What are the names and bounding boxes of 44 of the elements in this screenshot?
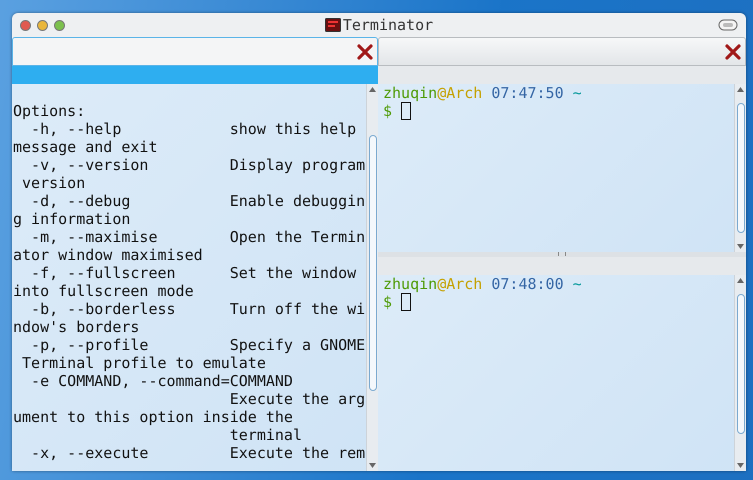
terminal-line: terminal [228, 426, 302, 444]
window-title: Terminator [342, 14, 434, 36]
split-handle[interactable] [378, 252, 746, 256]
scrollbar[interactable] [734, 84, 746, 252]
terminal-line: version [21, 174, 86, 192]
terminal-line: g information [13, 210, 130, 228]
prompt-symbol: $ [383, 102, 392, 120]
terminal-line: Options: [13, 102, 86, 120]
scroll-down-arrow-icon[interactable] [737, 244, 744, 248]
terminal-line: -f, --fullscreen Set the window [30, 264, 356, 282]
scroll-up-arrow-icon[interactable] [369, 87, 376, 92]
terminal-line: -d, --debug Enable debuggin [30, 192, 366, 210]
terminal-line: into fullscreen mode [13, 282, 194, 300]
terminal-line: Execute the arg [228, 390, 366, 408]
close-icon[interactable] [357, 44, 373, 60]
scrollbar[interactable] [734, 274, 746, 471]
terminal-line: -p, --profile Specify a GNOME [30, 336, 366, 354]
cursor [401, 102, 412, 120]
terminal-line: -b, --borderless Turn off the wi [30, 300, 366, 318]
terminal-line: -v, --version Display program [30, 156, 366, 174]
scroll-down-arrow-icon[interactable] [369, 463, 376, 468]
terminal-line: ator window maximised [13, 246, 203, 264]
terminal-line: -x, --execute Execute the rem [30, 444, 366, 462]
close-button[interactable] [20, 20, 31, 30]
terminal-line: message and exit [13, 138, 158, 156]
terminal-icon [324, 18, 341, 32]
maximize-button[interactable] [54, 20, 65, 30]
terminal-line: -m, --maximise Open the Termin [30, 228, 366, 246]
terminal-line: ument to this option inside the [13, 408, 293, 426]
minimize-button[interactable] [37, 20, 48, 30]
scroll-up-arrow-icon[interactable] [737, 87, 744, 92]
close-icon[interactable] [725, 44, 741, 60]
cursor [401, 292, 412, 310]
terminal-line: Terminal profile to emulate [21, 354, 266, 372]
terminal-line: -e COMMAND, --command=COMMAND [30, 372, 293, 390]
scrollbar[interactable] [366, 84, 378, 471]
prompt-symbol: $ [383, 292, 392, 310]
terminal-line: -h, --help show this help [30, 120, 356, 138]
prompt-line: zhuqin@Arch 07:48:00 ~ [383, 274, 582, 292]
scroll-down-arrow-icon[interactable] [737, 463, 744, 468]
terminal-line: ndow's borders [13, 318, 140, 336]
shade-button[interactable] [718, 19, 738, 31]
prompt-line: zhuqin@Arch 07:47:50 ~ [383, 84, 582, 102]
scroll-up-arrow-icon[interactable] [737, 278, 744, 282]
